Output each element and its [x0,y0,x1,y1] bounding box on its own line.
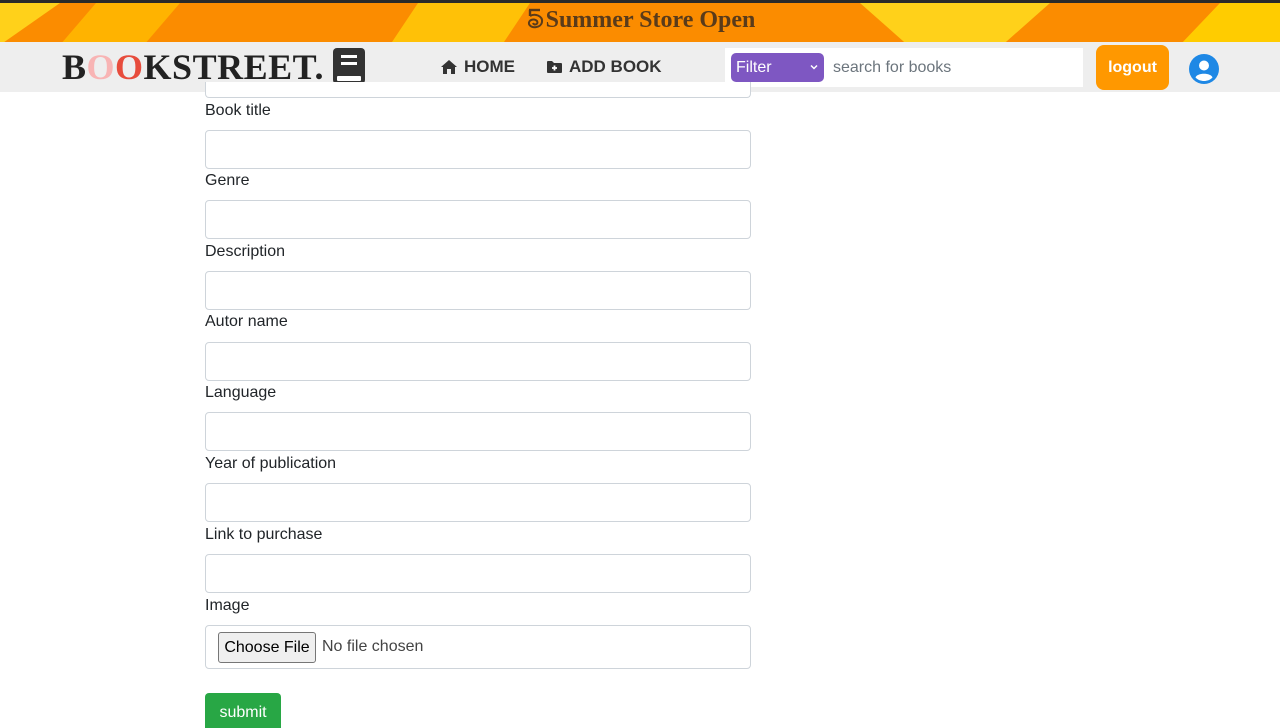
label-genre: Genre [205,172,250,189]
book-icon [333,48,365,84]
choose-file-button[interactable]: Choose File [218,632,316,663]
brand-letter-o1: O [86,47,116,87]
label-year-of-publication: Year of publication [205,455,337,472]
author-name-field[interactable] [205,342,751,381]
brand-rest: KSTREET. [143,47,324,87]
search-input[interactable] [829,53,1079,82]
filter-value: Filter [736,59,772,76]
nav-add-book-link[interactable]: ADD BOOK [546,56,662,78]
promo-banner: Summer Store Open [0,0,1280,42]
logout-button[interactable]: logout [1096,45,1169,90]
brand-letter-b: B [62,47,87,87]
home-icon [441,60,457,74]
label-language: Language [205,384,277,401]
label-book-title: Book title [205,102,271,119]
previous-field-edge [205,82,751,98]
label-author-name: Autor name [205,313,288,330]
link-to-purchase-field[interactable] [205,554,751,593]
promo-text-row: Summer Store Open [0,7,1280,34]
nav-home-label: HOME [464,57,515,76]
description-field[interactable] [205,271,751,310]
filter-select[interactable]: Filter [731,53,824,82]
label-image: Image [205,597,250,614]
nav-add-book-label: ADD BOOK [569,57,662,76]
genre-field[interactable] [205,200,751,239]
user-circle-icon[interactable] [1188,53,1220,85]
nav-home-link[interactable]: HOME [440,56,515,78]
no-file-text: No file chosen [322,638,424,655]
spiral-five-icon [527,8,543,29]
language-field[interactable] [205,412,751,451]
label-description: Description [205,243,286,260]
promo-title: Summer Store Open [545,7,756,33]
year-of-publication-field[interactable] [205,483,751,522]
chevron-down-icon [810,64,818,70]
submit-button[interactable]: submit [205,693,281,728]
folder-plus-icon [547,61,562,73]
label-link-to-purchase: Link to purchase [205,526,323,543]
brand-letter-o2: O [115,47,144,87]
image-file-input[interactable]: Choose File No file chosen [205,625,751,669]
search-bar: Filter [725,48,1083,87]
book-title-field[interactable] [205,130,751,169]
